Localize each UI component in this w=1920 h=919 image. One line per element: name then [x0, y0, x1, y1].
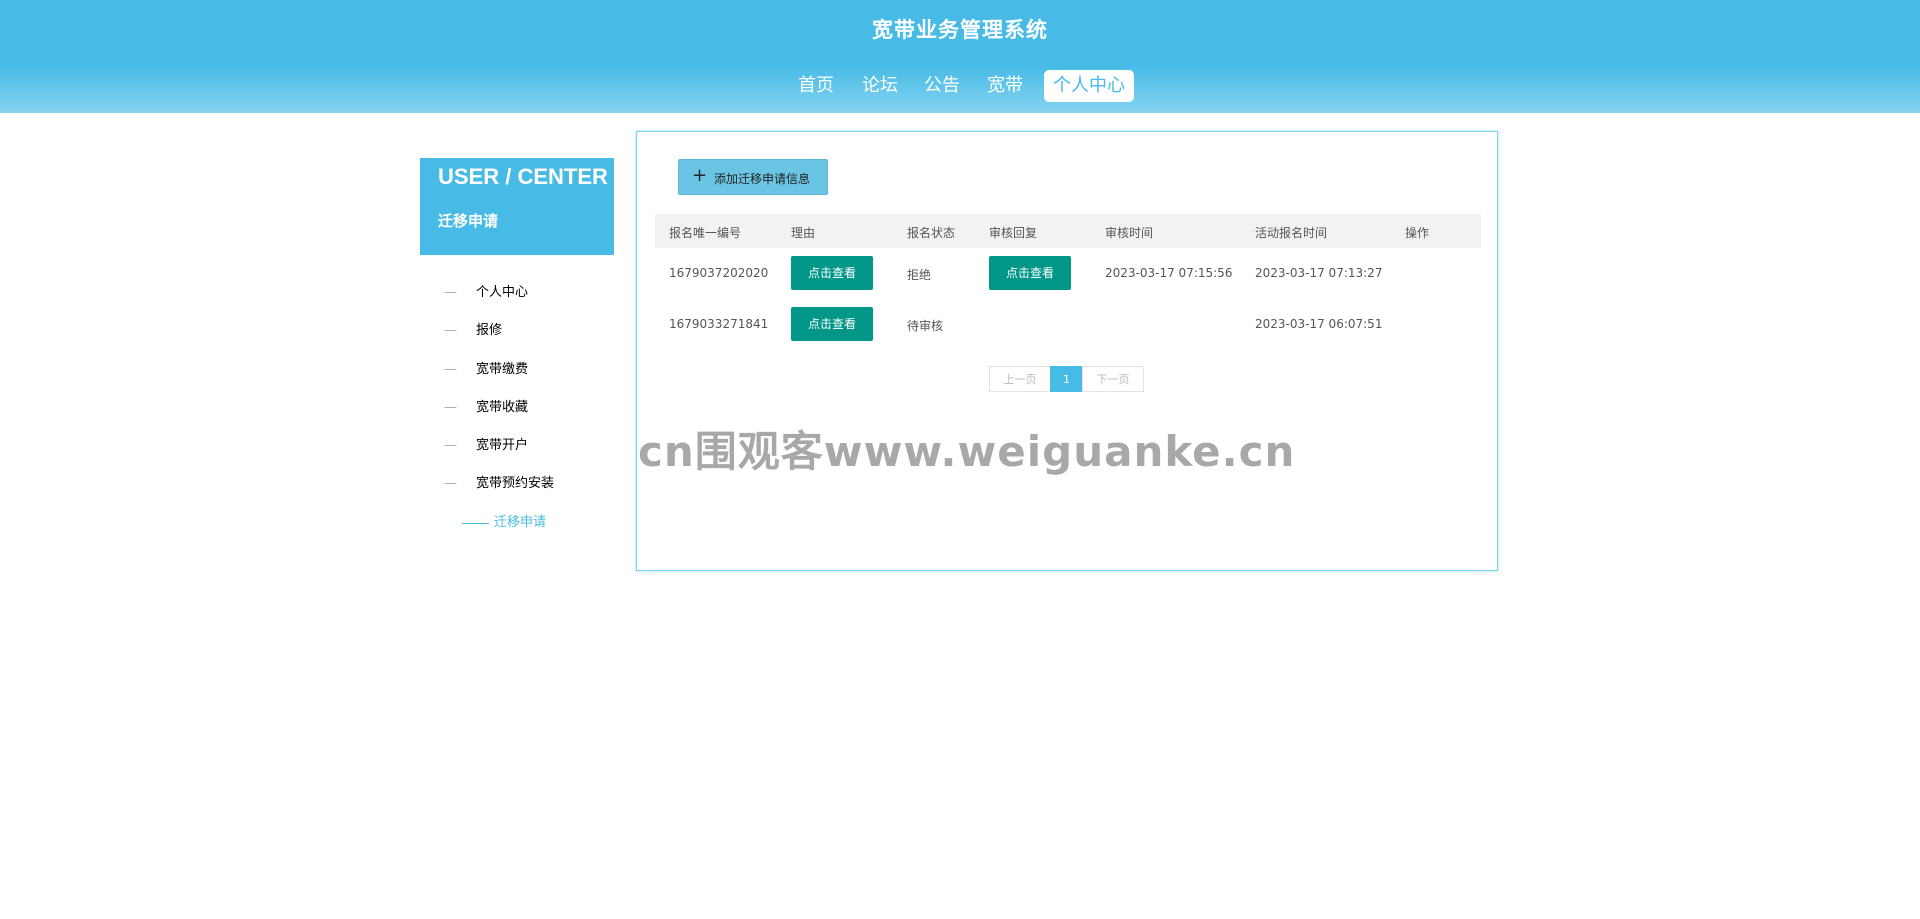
view-reason-button[interactable]: 点击查看: [791, 256, 873, 290]
table-row: 1679037202020 点击查看 拒绝 点击查看 2023-03-17 07…: [655, 248, 1481, 299]
row-id: 1679037202020: [669, 266, 769, 280]
sidebar-item-user-center[interactable]: — 个人中心: [420, 281, 614, 305]
col-header-signup-time: 活动报名时间: [1255, 226, 1328, 240]
col-header-reply: 审核回复: [989, 226, 1038, 240]
site-title: 宽带业务管理系统: [872, 18, 1048, 42]
col-header-actions: 操作: [1405, 226, 1430, 240]
header-bar: 宽带业务管理系统 首页 论坛 公告 宽带 个人中心: [0, 0, 1920, 113]
dash-marker: —: [444, 476, 457, 491]
row-signup-time: 2023-03-17 07:13:27: [1255, 266, 1383, 280]
col-header-review-time: 审核时间: [1105, 226, 1154, 240]
add-migration-label: 添加迁移申请信息: [714, 172, 811, 186]
row-id: 1679033271841: [669, 317, 769, 331]
page-1-button[interactable]: 1: [1050, 366, 1083, 392]
nav-forum[interactable]: 论坛: [857, 70, 903, 102]
nav-broadband[interactable]: 宽带: [982, 70, 1028, 102]
sidebar-item-favorites[interactable]: — 宽带收藏: [420, 396, 614, 420]
dash-marker: —: [444, 438, 457, 453]
row-signup-time: 2023-03-17 06:07:51: [1255, 317, 1383, 331]
dash-marker: [462, 523, 489, 524]
table-header: 报名唯一编号 理由 报名状态 审核回复 审核时间 活动报名时间 操作: [655, 214, 1481, 248]
row-status: 拒绝: [907, 268, 932, 282]
sidebar-item-repair[interactable]: — 报修: [420, 319, 614, 343]
row-status: 待审核: [907, 319, 944, 333]
sidebar-header: USER / CENTER 迁移申请: [420, 158, 614, 255]
col-header-status: 报名状态: [907, 226, 956, 240]
table-row: 1679033271841 点击查看 待审核 2023-03-17 06:07:…: [655, 299, 1481, 350]
dash-marker: —: [444, 362, 457, 377]
sidebar-item-label: 宽带预约安装: [476, 476, 555, 491]
sidebar-item-label: 宽带开户: [476, 438, 529, 453]
nav-user-center[interactable]: 个人中心: [1044, 70, 1134, 102]
next-page-button[interactable]: 下一页: [1082, 366, 1144, 392]
nav-notice[interactable]: 公告: [919, 70, 965, 102]
col-header-id: 报名唯一编号: [669, 226, 742, 240]
row-review-time: 2023-03-17 07:15:56: [1105, 266, 1233, 280]
prev-page-button[interactable]: 上一页: [989, 366, 1051, 392]
main-panel: + 添加迁移申请信息 报名唯一编号 理由 报名状态 审核回复 审核时间 活动报名…: [636, 131, 1498, 571]
nav-home[interactable]: 首页: [793, 70, 839, 102]
sidebar-item-label: 迁移申请: [494, 515, 547, 530]
sidebar-item-label: 个人中心: [476, 285, 529, 300]
sidebar-heading: USER / CENTER: [438, 164, 608, 189]
sidebar-subheading: 迁移申请: [438, 212, 499, 230]
dash-marker: —: [444, 285, 457, 300]
sidebar-item-migration[interactable]: 迁移申请: [420, 511, 614, 535]
view-reply-button[interactable]: 点击查看: [989, 256, 1071, 290]
add-migration-button[interactable]: + 添加迁移申请信息: [678, 159, 828, 195]
sidebar-item-label: 宽带缴费: [476, 362, 529, 377]
watermark: cn围观客www.weiguanke.cn: [638, 427, 1296, 476]
col-header-reason: 理由: [791, 226, 816, 240]
dash-marker: —: [444, 323, 457, 338]
data-table: 报名唯一编号 理由 报名状态 审核回复 审核时间 活动报名时间 操作 16790…: [655, 214, 1481, 350]
sidebar-item-label: 报修: [476, 323, 503, 338]
sidebar-item-label: 宽带收藏: [476, 400, 529, 415]
view-reason-button[interactable]: 点击查看: [791, 307, 873, 341]
plus-icon: +: [692, 165, 708, 186]
dash-marker: —: [444, 400, 457, 415]
sidebar-item-account-open[interactable]: — 宽带开户: [420, 434, 614, 458]
sidebar-item-install-booking[interactable]: — 宽带预约安装: [420, 472, 614, 496]
sidebar-item-payment[interactable]: — 宽带缴费: [420, 358, 614, 382]
top-nav: 首页 论坛 公告 宽带 个人中心: [0, 70, 1920, 102]
